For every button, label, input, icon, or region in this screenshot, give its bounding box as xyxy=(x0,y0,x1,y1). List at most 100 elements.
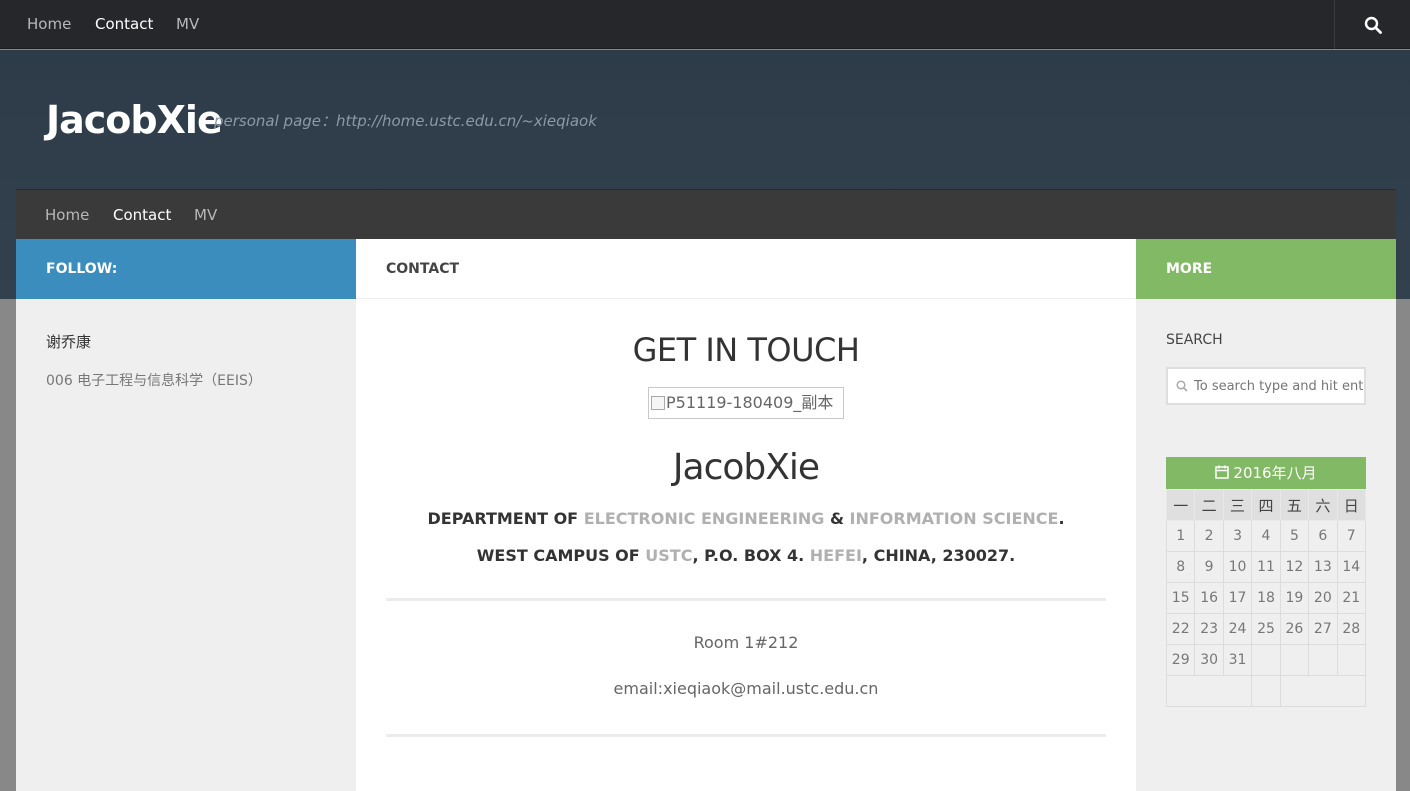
calendar-icon xyxy=(1215,465,1230,479)
weekday-header: 六 xyxy=(1308,489,1338,521)
calendar-days: 1 2 3 4 5 6 7 8 9 10 11 12 13 14 15 16 17 18 19 20 21 22 23 24 2… xyxy=(1165,520,1367,676)
calendar-day: 20 xyxy=(1308,582,1338,614)
calendar-month: 2016年八月 xyxy=(1233,464,1317,482)
ustc-link[interactable]: USTC xyxy=(645,546,692,565)
search-toggle-button[interactable] xyxy=(1334,0,1410,49)
author-name: 谢乔康 xyxy=(46,333,92,351)
calendar-day: 9 xyxy=(1194,551,1224,583)
calendar-day: 3 xyxy=(1222,520,1253,552)
main-content: CONTACT GET IN TOUCH P51119-180409_副本 Ja… xyxy=(356,239,1136,791)
profile-photo-broken: P51119-180409_副本 xyxy=(648,387,844,419)
calendar-day: 24 xyxy=(1222,613,1253,645)
photo-alt-text: P51119-180409_副本 xyxy=(666,393,834,412)
author-department: 006 电子工程与信息科学（EEIS） xyxy=(46,373,262,389)
calendar-day: 8 xyxy=(1165,551,1196,583)
calendar-day: 31 xyxy=(1222,644,1253,676)
calendar-prev-cell[interactable] xyxy=(1165,675,1253,707)
hefei-link[interactable]: HEFEI xyxy=(810,546,862,565)
calendar-day: 5 xyxy=(1279,520,1310,552)
calendar-day: 11 xyxy=(1251,551,1281,583)
follow-heading: FOLLOW: xyxy=(16,239,356,299)
ee-link[interactable]: ELECTRONIC ENGINEERING xyxy=(584,509,825,528)
calendar-day: 10 xyxy=(1222,551,1253,583)
calendar-day: 23 xyxy=(1194,613,1224,645)
left-sidebar: FOLLOW: 谢乔康 006 电子工程与信息科学（EEIS） xyxy=(16,239,356,791)
campus-prefix: WEST CAMPUS OF xyxy=(476,546,646,565)
email-text: email:xieqiaok@mail.ustc.edu.cn xyxy=(613,679,879,698)
broken-image-icon xyxy=(651,396,665,410)
calendar-day: 17 xyxy=(1222,582,1253,614)
search-widget-title: SEARCH xyxy=(1166,332,1223,348)
calendar-pad-cell xyxy=(1251,675,1281,707)
calendar-weekday-row: 一 二 三 四 五 六 日 xyxy=(1165,489,1367,521)
divider-bottom xyxy=(386,734,1106,737)
calendar-day xyxy=(1308,644,1338,676)
calendar-day: 2 xyxy=(1194,520,1224,552)
calendar-day xyxy=(1251,644,1281,676)
calendar-day: 14 xyxy=(1336,551,1367,583)
divider-top xyxy=(386,598,1106,601)
calendar-caption: 2016年八月 xyxy=(1166,457,1366,489)
calendar-week-row: 29 30 31 xyxy=(1165,644,1367,676)
subnav-home-link[interactable]: Home xyxy=(45,190,89,240)
search-icon xyxy=(1364,16,1382,34)
calendar-day: 27 xyxy=(1308,613,1338,645)
calendar-week-row: 15 16 17 18 19 20 21 xyxy=(1165,582,1367,614)
top-navbar: Home Contact MV xyxy=(0,0,1410,49)
room-text: Room 1#212 xyxy=(693,633,799,652)
search-input-icon xyxy=(1176,380,1188,392)
site-description: personal page：http://home.ustc.edu.cn/~x… xyxy=(214,112,597,130)
calendar-day: 19 xyxy=(1279,582,1310,614)
calendar-day: 1 xyxy=(1165,520,1196,552)
country-text: , CHINA, 230027. xyxy=(861,546,1016,565)
calendar-nav-row xyxy=(1165,675,1367,707)
calendar-day: 12 xyxy=(1279,551,1310,583)
page-heading: CONTACT xyxy=(356,239,1136,299)
calendar-day: 30 xyxy=(1194,644,1224,676)
calendar-next-cell[interactable] xyxy=(1279,675,1367,707)
topnav-home-link[interactable]: Home xyxy=(27,0,71,49)
weekday-header: 三 xyxy=(1222,489,1253,521)
calendar-week-row: 1234567 xyxy=(1165,520,1367,552)
pobox-text: , P.O. BOX 4. xyxy=(692,546,810,565)
calendar-day: 16 xyxy=(1194,582,1224,614)
calendar-week-row: 8 9 10 11 12 13 14 xyxy=(1165,551,1367,583)
weekday-header: 四 xyxy=(1251,489,1281,521)
calendar-week-row: 22 23 24 25 26 27 28 xyxy=(1165,613,1367,645)
calendar-day: 7 xyxy=(1336,520,1367,552)
period: . xyxy=(1058,509,1065,528)
calendar-day: 26 xyxy=(1279,613,1310,645)
topnav-contact-link[interactable]: Contact xyxy=(95,0,153,49)
get-in-touch-title: GET IN TOUCH xyxy=(632,331,860,369)
ampersand: & xyxy=(824,509,850,528)
calendar-day: 29 xyxy=(1165,644,1196,676)
person-name: JacobXie xyxy=(672,447,820,488)
calendar-day: 15 xyxy=(1165,582,1196,614)
subnav-contact-link[interactable]: Contact xyxy=(113,190,171,240)
weekday-header: 一 xyxy=(1165,489,1196,521)
department-line: DEPARTMENT OF ELECTRONIC ENGINEERING & I… xyxy=(356,509,1136,528)
address-line: WEST CAMPUS OF USTC, P.O. BOX 4. HEFEI, … xyxy=(356,546,1136,565)
search-input[interactable] xyxy=(1166,367,1366,405)
calendar-day: 22 xyxy=(1165,613,1196,645)
calendar-day: 25 xyxy=(1251,613,1281,645)
page-wrapper: Home Contact MV FOLLOW: 谢乔康 006 电子工程与信息科… xyxy=(16,189,1396,791)
is-link[interactable]: INFORMATION SCIENCE xyxy=(850,509,1059,528)
sub-navbar: Home Contact MV xyxy=(16,189,1396,239)
calendar-day: 4 xyxy=(1251,520,1281,552)
calendar-day xyxy=(1336,644,1367,676)
weekday-header: 日 xyxy=(1336,489,1367,521)
site-title[interactable]: JacobXie xyxy=(46,98,223,142)
right-sidebar: MORE SEARCH 2016年八月 一 二 三 四 xyxy=(1136,239,1396,791)
calendar-widget: 一 二 三 四 五 六 日 1 2 3 4 5 6 7 8 9 10 11 12 13 14 15 16 17 1… xyxy=(1165,489,1367,707)
calendar-day xyxy=(1279,644,1310,676)
department-prefix: DEPARTMENT OF xyxy=(427,509,584,528)
topnav-mv-link[interactable]: MV xyxy=(176,0,199,49)
calendar-day: 21 xyxy=(1336,582,1367,614)
calendar-day: 28 xyxy=(1336,613,1367,645)
calendar-day: 13 xyxy=(1308,551,1338,583)
weekday-header: 五 xyxy=(1279,489,1310,521)
subnav-mv-link[interactable]: MV xyxy=(194,190,217,240)
weekday-header: 二 xyxy=(1194,489,1224,521)
more-heading: MORE xyxy=(1136,239,1396,299)
